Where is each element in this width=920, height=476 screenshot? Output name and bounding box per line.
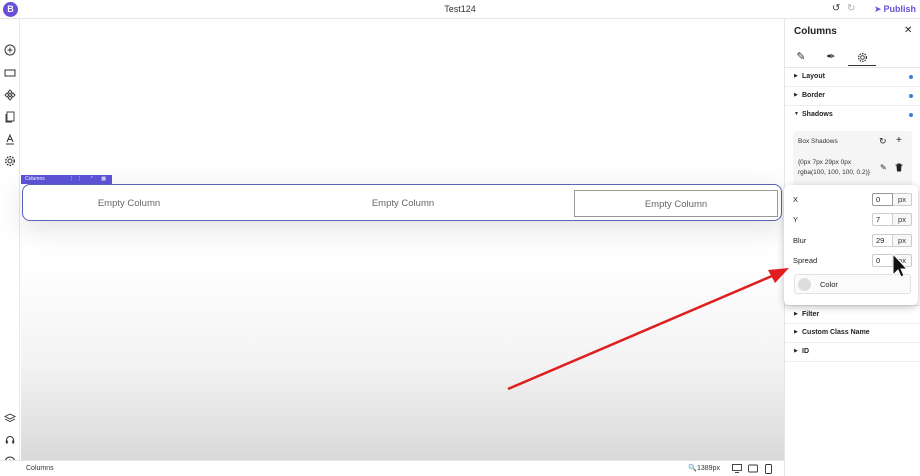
section-id-label: ID xyxy=(802,348,809,355)
shadow-x-label: X xyxy=(793,195,799,204)
columns-element-tag[interactable]: Columns ⋮⋮ ⌃ ▩ xyxy=(21,175,112,184)
caret-right-icon: ▶ xyxy=(794,73,798,79)
modified-indicator xyxy=(909,75,913,79)
zoom-icon[interactable]: 🔍 xyxy=(688,464,697,472)
shadow-blur-unit[interactable]: px xyxy=(893,234,912,247)
column-1[interactable]: Empty Column xyxy=(26,190,232,217)
tab-style-brush-icon[interactable]: ✒ xyxy=(819,50,843,66)
section-shadows-label: Shadows xyxy=(802,111,833,118)
caret-right-icon: ▶ xyxy=(794,92,798,98)
section-filter[interactable]: ▶ Filter xyxy=(785,305,920,324)
panel-title: Columns xyxy=(794,26,837,37)
redo-icon[interactable]: ↻ xyxy=(847,3,855,15)
columns-tag-label: Columns xyxy=(25,176,45,182)
tablet-icon[interactable] xyxy=(748,464,758,475)
caret-right-icon: ▶ xyxy=(794,329,798,335)
section-layout[interactable]: ▶ Layout xyxy=(785,68,920,87)
publish-label: Publish xyxy=(883,4,917,14)
shadow-y-unit[interactable]: px xyxy=(893,213,912,226)
canvas-width: 1389px xyxy=(697,465,720,472)
section-filter-label: Filter xyxy=(802,311,820,318)
desktop-icon[interactable] xyxy=(732,464,742,475)
section-shadows[interactable]: ▼ Shadows xyxy=(785,106,920,125)
publish-button[interactable]: ➤ Publish xyxy=(874,2,916,16)
shadow-blur-input[interactable]: 29 xyxy=(872,234,893,247)
section-border[interactable]: ▶ Border xyxy=(785,87,920,106)
typography-icon[interactable] xyxy=(3,133,17,147)
panel-tabs: ✎ ✒ xyxy=(785,46,920,68)
pages-icon[interactable] xyxy=(3,111,17,125)
reset-icon[interactable]: ↻ xyxy=(879,136,887,147)
settings-gear-icon[interactable] xyxy=(3,155,17,169)
shadow-color-label: Color xyxy=(820,280,838,289)
support-icon[interactable] xyxy=(3,434,17,448)
close-icon[interactable]: ✕ xyxy=(904,25,912,36)
bottom-bar: Columns 🔍 1389px xyxy=(0,460,784,476)
shadow-y-input[interactable]: 7 xyxy=(872,213,893,226)
app-logo-icon[interactable]: B xyxy=(3,2,18,17)
caret-right-icon: ▶ xyxy=(794,311,798,317)
modified-indicator xyxy=(909,113,913,117)
caret-right-icon: ▶ xyxy=(794,348,798,354)
shadow-color-picker[interactable] xyxy=(794,274,911,294)
delete-shadow-trash-icon[interactable] xyxy=(895,163,903,174)
section-border-label: Border xyxy=(802,92,825,99)
color-swatch[interactable] xyxy=(798,278,811,291)
box-shadow-value: {0px 7px 29px 0px rgba(100, 100, 100, 0.… xyxy=(798,159,870,176)
section-layout-label: Layout xyxy=(802,73,825,80)
section-icon[interactable] xyxy=(3,67,17,81)
add-circle-icon[interactable] xyxy=(3,44,17,58)
shadow-x-unit[interactable]: px xyxy=(893,193,912,206)
undo-icon[interactable]: ↺ xyxy=(832,3,840,15)
edit-shadow-pencil-icon[interactable]: ✎ xyxy=(880,163,887,172)
add-shadow-icon[interactable]: + xyxy=(896,135,902,146)
shadow-x-input[interactable]: 0 xyxy=(872,193,893,206)
column-3[interactable]: Empty Column xyxy=(574,190,778,217)
columns-tag-tools[interactable]: ⋮⋮ ⌃ ▩ xyxy=(69,175,109,184)
components-icon[interactable] xyxy=(3,89,17,103)
top-bar: B Test124 ↺ ↻ ➤ Publish xyxy=(0,0,920,19)
shadow-blur-label: Blur xyxy=(793,236,807,245)
section-custom-class[interactable]: ▶ Custom Class Name xyxy=(785,324,920,343)
section-id[interactable]: ▶ ID xyxy=(785,343,920,362)
tab-settings-gear-icon[interactable] xyxy=(848,50,876,66)
tab-edit-pencil-icon[interactable]: ✎ xyxy=(789,50,813,66)
shadow-spread-input[interactable]: 0 xyxy=(872,254,893,267)
layers-icon[interactable] xyxy=(3,412,17,426)
document-title: Test124 xyxy=(444,4,476,14)
left-toolbar xyxy=(0,19,20,468)
shadow-spread-label: Spread xyxy=(793,256,818,265)
rocket-icon: ➤ xyxy=(874,4,882,14)
modified-indicator xyxy=(909,94,913,98)
mobile-icon[interactable] xyxy=(765,464,772,476)
column-2[interactable]: Empty Column xyxy=(300,190,506,217)
selected-element-label: Columns xyxy=(26,465,54,472)
box-shadows-header: Box Shadows xyxy=(798,138,838,145)
editor-canvas[interactable] xyxy=(21,20,784,460)
section-custom-class-label: Custom Class Name xyxy=(802,329,870,336)
shadow-spread-unit[interactable]: px xyxy=(893,254,912,267)
caret-down-icon: ▼ xyxy=(794,111,799,117)
shadow-y-label: Y xyxy=(793,215,799,224)
